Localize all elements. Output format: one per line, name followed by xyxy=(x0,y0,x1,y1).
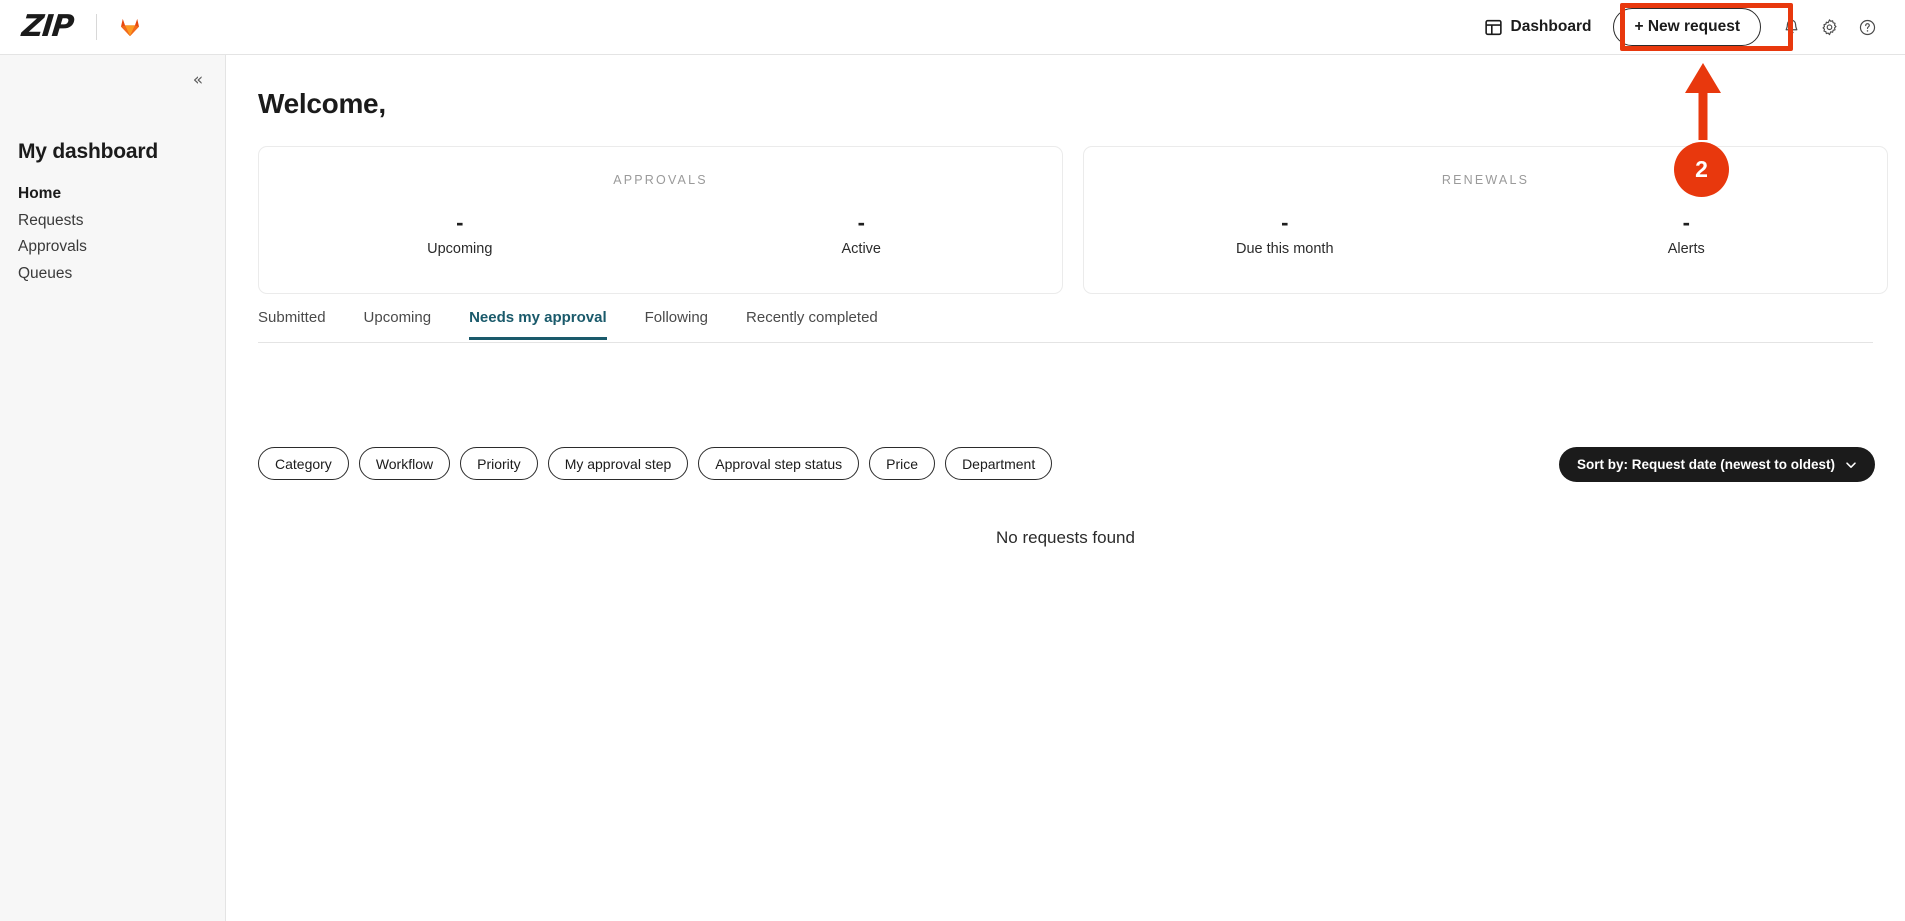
tab-recently-completed[interactable]: Recently completed xyxy=(746,309,878,340)
page-title: Welcome, xyxy=(258,88,386,119)
sidebar-title: My dashboard xyxy=(18,140,158,163)
metric-alerts[interactable]: - Alerts xyxy=(1486,209,1888,257)
filter-my-approval-step[interactable]: My approval step xyxy=(547,447,689,480)
metric-alerts-value: - xyxy=(1682,210,1690,235)
renewals-card: RENEWALS - Due this month - Alerts xyxy=(1083,146,1888,294)
filter-approval-step-status[interactable]: Approval step status xyxy=(698,447,860,480)
sidebar-item-requests[interactable]: Requests xyxy=(18,208,208,235)
tab-submitted[interactable]: Submitted xyxy=(258,309,326,340)
metric-active-label: Active xyxy=(841,241,882,257)
approvals-card-title: APPROVALS xyxy=(613,173,708,187)
metric-alerts-label: Alerts xyxy=(1667,241,1705,257)
filter-bar: Category Workflow Priority My approval s… xyxy=(258,447,1053,480)
main-content: Welcome, APPROVALS - Upcoming - Active R… xyxy=(226,55,1905,921)
filter-workflow[interactable]: Workflow xyxy=(358,447,451,480)
renewals-card-metrics: - Due this month - Alerts xyxy=(1084,209,1887,257)
approvals-card: APPROVALS - Upcoming - Active xyxy=(258,146,1063,294)
brand-divider xyxy=(96,14,98,40)
metric-active-value: - xyxy=(857,210,865,235)
stat-cards: APPROVALS - Upcoming - Active RENEWALS -… xyxy=(258,146,1888,294)
sidebar-item-home[interactable]: Home xyxy=(18,181,208,208)
sort-by-dropdown[interactable]: Sort by: Request date (newest to oldest) xyxy=(1558,447,1875,482)
tab-needs-my-approval[interactable]: Needs my approval xyxy=(469,309,607,340)
filter-price[interactable]: Price xyxy=(869,447,936,480)
question-circle-icon xyxy=(1859,19,1875,35)
tab-following[interactable]: Following xyxy=(645,309,708,340)
help-button[interactable] xyxy=(1849,9,1885,45)
filter-category[interactable]: Category xyxy=(258,447,349,480)
layout-panel-icon xyxy=(1484,19,1502,35)
metric-upcoming-label: Upcoming xyxy=(427,241,493,257)
zip-logo[interactable]: ZIP xyxy=(20,9,74,44)
header-icon-group xyxy=(1773,9,1885,45)
filter-priority[interactable]: Priority xyxy=(460,447,538,480)
dashboard-link-label: Dashboard xyxy=(1510,18,1592,35)
sidebar-item-queues[interactable]: Queues xyxy=(18,261,208,288)
metric-due-this-month-label: Due this month xyxy=(1235,241,1334,257)
notifications-button[interactable] xyxy=(1773,9,1809,45)
brand-zone: ZIP xyxy=(0,0,141,54)
gear-icon xyxy=(1821,18,1837,35)
filter-department[interactable]: Department xyxy=(945,447,1053,480)
chevron-down-icon xyxy=(1846,461,1856,468)
header-actions: Dashboard + New request xyxy=(1477,0,1905,54)
annotation-step-badge: 2 xyxy=(1674,142,1729,197)
top-header: ZIP Dashboard + New request xyxy=(0,0,1905,55)
metric-due-this-month[interactable]: - Due this month xyxy=(1084,209,1486,257)
metric-active[interactable]: - Active xyxy=(661,209,1063,257)
request-tabs: Submitted Upcoming Needs my approval Fol… xyxy=(258,309,1873,343)
new-request-button[interactable]: + New request xyxy=(1613,8,1761,46)
metric-upcoming-value: - xyxy=(456,210,464,235)
metric-upcoming[interactable]: - Upcoming xyxy=(259,209,661,257)
fox-logo[interactable] xyxy=(119,16,141,38)
sidebar: « My dashboard Home Requests Approvals Q… xyxy=(0,55,226,921)
sidebar-item-approvals[interactable]: Approvals xyxy=(18,234,208,261)
sidebar-collapse-button[interactable]: « xyxy=(185,67,211,93)
metric-due-this-month-value: - xyxy=(1281,210,1289,235)
approvals-card-metrics: - Upcoming - Active xyxy=(259,209,1062,257)
empty-state-message: No requests found xyxy=(996,528,1135,547)
sort-by-label: Sort by: Request date (newest to oldest) xyxy=(1576,457,1835,472)
bell-icon xyxy=(1785,19,1797,34)
settings-button[interactable] xyxy=(1811,9,1847,45)
sidebar-nav: Home Requests Approvals Queues xyxy=(18,181,208,287)
app-window: ZIP Dashboard + New request « My dashboa… xyxy=(0,0,1905,921)
tab-upcoming[interactable]: Upcoming xyxy=(364,309,432,340)
dashboard-link[interactable]: Dashboard xyxy=(1477,12,1600,42)
renewals-card-title: RENEWALS xyxy=(1441,173,1530,187)
